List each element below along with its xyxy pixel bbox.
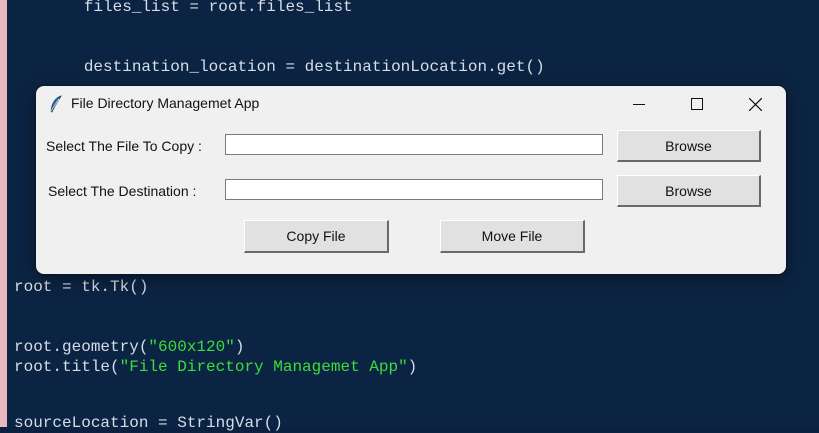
copy-file-button[interactable]: Copy File bbox=[244, 220, 389, 253]
feather-icon bbox=[50, 95, 62, 113]
minimize-button[interactable] bbox=[616, 86, 662, 122]
move-file-button[interactable]: Move File bbox=[440, 220, 585, 253]
code-line: root.geometry("600x120") bbox=[14, 337, 244, 357]
source-label: Select The File To Copy : bbox=[46, 138, 202, 154]
destination-input[interactable] bbox=[225, 179, 603, 200]
code-token: ) bbox=[407, 358, 418, 376]
app-window: File Directory Managemet App Select The … bbox=[36, 86, 786, 274]
maximize-icon bbox=[691, 98, 703, 110]
window-title: File Directory Managemet App bbox=[71, 95, 260, 111]
minimize-icon bbox=[633, 104, 645, 105]
code-string: "File Directory Managemet App" bbox=[119, 358, 408, 376]
code-string: "600x120" bbox=[148, 338, 235, 356]
code-token: root.title( bbox=[14, 358, 120, 376]
code-line: sourceLocation = StringVar() bbox=[14, 414, 283, 432]
code-token: root.geometry( bbox=[14, 338, 149, 356]
title-bar[interactable]: File Directory Managemet App bbox=[36, 86, 786, 122]
maximize-button[interactable] bbox=[674, 86, 720, 122]
browse-source-button[interactable]: Browse bbox=[617, 130, 761, 162]
close-button[interactable] bbox=[732, 86, 778, 122]
destination-label: Select The Destination : bbox=[48, 183, 197, 199]
code-line: root = tk.Tk() bbox=[14, 278, 149, 296]
close-icon bbox=[748, 97, 762, 111]
code-line: destination_location = destinationLocati… bbox=[7, 58, 545, 76]
browse-destination-button[interactable]: Browse bbox=[617, 175, 761, 207]
code-token: ) bbox=[234, 338, 245, 356]
source-input[interactable] bbox=[225, 134, 603, 155]
left-edge-strip bbox=[0, 0, 7, 427]
code-line: root.title("File Directory Managemet App… bbox=[14, 357, 417, 377]
code-line: files_list = root.files_list bbox=[7, 0, 353, 16]
